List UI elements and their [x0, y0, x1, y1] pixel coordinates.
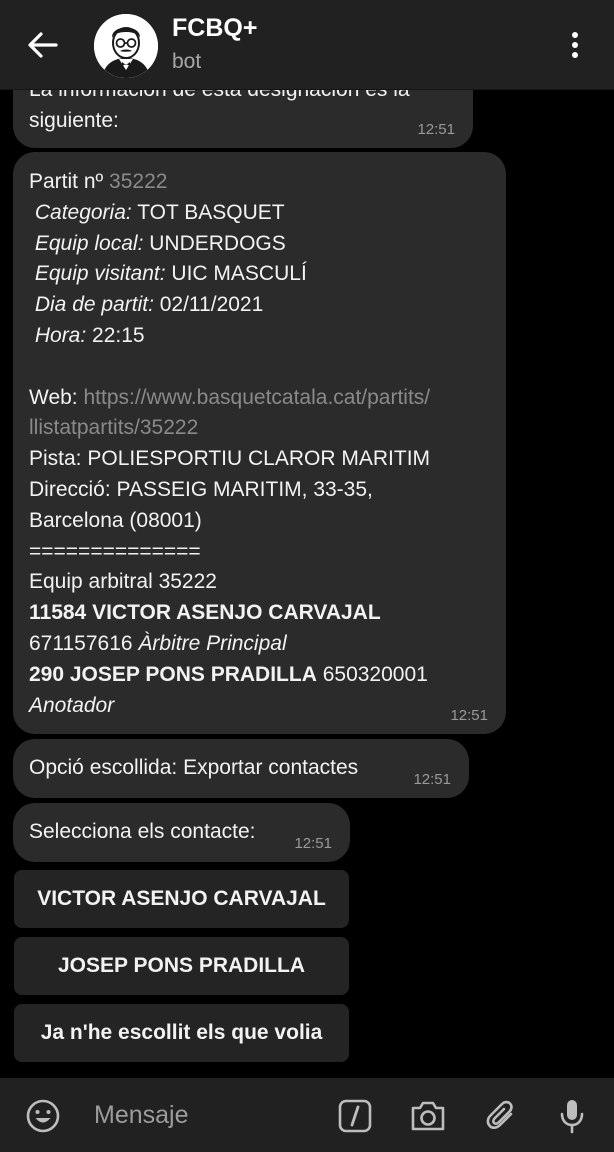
- local-line: Equip local: UNDERDOGS: [29, 229, 430, 260]
- message-input[interactable]: [84, 1092, 334, 1138]
- message-time: 12:51: [417, 121, 455, 138]
- attach-button[interactable]: [484, 1098, 520, 1134]
- referee-1-role: Àrbitre Principal: [138, 631, 287, 655]
- message-text: Partit nº 35222 Categoria: TOT BASQUET E…: [29, 167, 430, 721]
- message-time: 12:51: [413, 771, 451, 788]
- dia-label: Dia de partit:: [34, 293, 154, 317]
- message-line: siguiente:: [29, 108, 119, 132]
- categoria-line: Categoria: TOT BASQUET: [29, 198, 430, 229]
- referee-1-phone: 671157616: [29, 631, 139, 655]
- back-button[interactable]: [24, 28, 62, 62]
- paperclip-icon: [486, 1100, 513, 1129]
- more-vert-icon: [572, 32, 578, 58]
- separator-line: ==============: [29, 539, 201, 563]
- message-time: 12:51: [450, 707, 488, 724]
- visitant-value: UIC MASCULÍ: [165, 262, 307, 286]
- camera-button[interactable]: [408, 1098, 445, 1134]
- web-line: Web: https://www.basquetcatala.cat/parti…: [29, 383, 430, 414]
- web-line-2: llistatpartits/35222: [29, 413, 430, 444]
- arrow-back-icon: [28, 32, 58, 58]
- chat-header: FCBQ+ bot: [0, 0, 614, 89]
- menu-button[interactable]: [560, 26, 590, 64]
- microphone-icon: [560, 1100, 584, 1134]
- referee-1-name: 11584 VICTOR ASENJO CARVAJAL: [29, 601, 381, 625]
- pista-line: Pista: POLIESPORTIU CLAROR MARITIM: [29, 447, 431, 471]
- categoria-label: Categoria:: [34, 200, 132, 224]
- chat-area[interactable]: La información de esta designación es la…: [0, 0, 614, 1078]
- referee-2-role-line: Anotador: [29, 691, 430, 722]
- web-link[interactable]: llistatpartits/35222: [29, 416, 198, 439]
- categoria-value: TOT BASQUET: [131, 200, 285, 224]
- referee-2-line: 290 JOSEP PONS PRADILLA 650320001: [29, 660, 430, 691]
- bot-avatar[interactable]: [94, 14, 158, 78]
- hora-label: Hora:: [34, 323, 87, 347]
- local-label: Equip local:: [34, 231, 144, 255]
- dia-line: Dia de partit: 02/11/2021: [29, 290, 430, 321]
- commands-button[interactable]: [337, 1098, 373, 1134]
- emoji-icon: [26, 1099, 60, 1133]
- select-josep-pons-button[interactable]: JOSEP PONS PRADILLA: [14, 937, 349, 995]
- slash-command-icon: [338, 1099, 372, 1133]
- web-link[interactable]: https://www.basquetcatala.cat/partits/: [83, 386, 430, 409]
- local-value: UNDERDOGS: [143, 231, 286, 255]
- message-time: 12:51: [294, 835, 332, 852]
- equip-arbitral-line: Equip arbitral 35222: [29, 570, 217, 594]
- select-victor-asenjo-button[interactable]: VICTOR ASENJO CARVAJAL: [14, 870, 349, 928]
- referee-2-name: 290 JOSEP PONS PRADILLA: [29, 662, 317, 686]
- message-text: Opció escollida: Exportar contactes: [29, 756, 359, 779]
- done-selecting-button[interactable]: Ja n'he escollit els que volia: [14, 1004, 349, 1062]
- chat-subtitle: bot: [172, 50, 202, 73]
- message-input-bar: [0, 1078, 614, 1152]
- emoji-button[interactable]: [25, 1098, 61, 1134]
- direccio-line: Direcció: PASSEIG MARITIM, 33-35,: [29, 477, 373, 501]
- message-text: Selecciona els contacte:: [29, 820, 256, 843]
- referee-2-role: Anotador: [29, 693, 115, 717]
- referee-1-name-line: 11584 VICTOR ASENJO CARVAJAL: [29, 598, 430, 629]
- dia-value: 02/11/2021: [153, 293, 264, 317]
- chat-title[interactable]: FCBQ+: [172, 14, 257, 43]
- partit-label: Partit nº: [29, 170, 110, 193]
- message-bubble: Selecciona els contacte: 12:51: [13, 803, 350, 862]
- butler-avatar-icon: [94, 14, 158, 78]
- partit-line: Partit nº 35222: [29, 167, 430, 198]
- web-label: Web:: [29, 385, 84, 409]
- referee-1-detail-line: 671157616 Àrbitre Principal: [29, 629, 430, 660]
- voice-button[interactable]: [554, 1098, 590, 1134]
- visitant-label: Equip visitant:: [34, 262, 166, 286]
- direccio-line-2: Barcelona (08001): [29, 508, 202, 532]
- match-info-message: Partit nº 35222 Categoria: TOT BASQUET E…: [13, 152, 506, 734]
- hora-value: 22:15: [86, 323, 145, 347]
- hora-line: Hora: 22:15: [29, 321, 430, 352]
- referee-2-phone: 650320001: [316, 662, 428, 686]
- message-bubble: Opció escollida: Exportar contactes 12:5…: [13, 739, 469, 798]
- visitant-line: Equip visitant: UIC MASCULÍ: [29, 259, 430, 290]
- partit-number: 35222: [109, 170, 168, 193]
- camera-icon: [411, 1101, 445, 1131]
